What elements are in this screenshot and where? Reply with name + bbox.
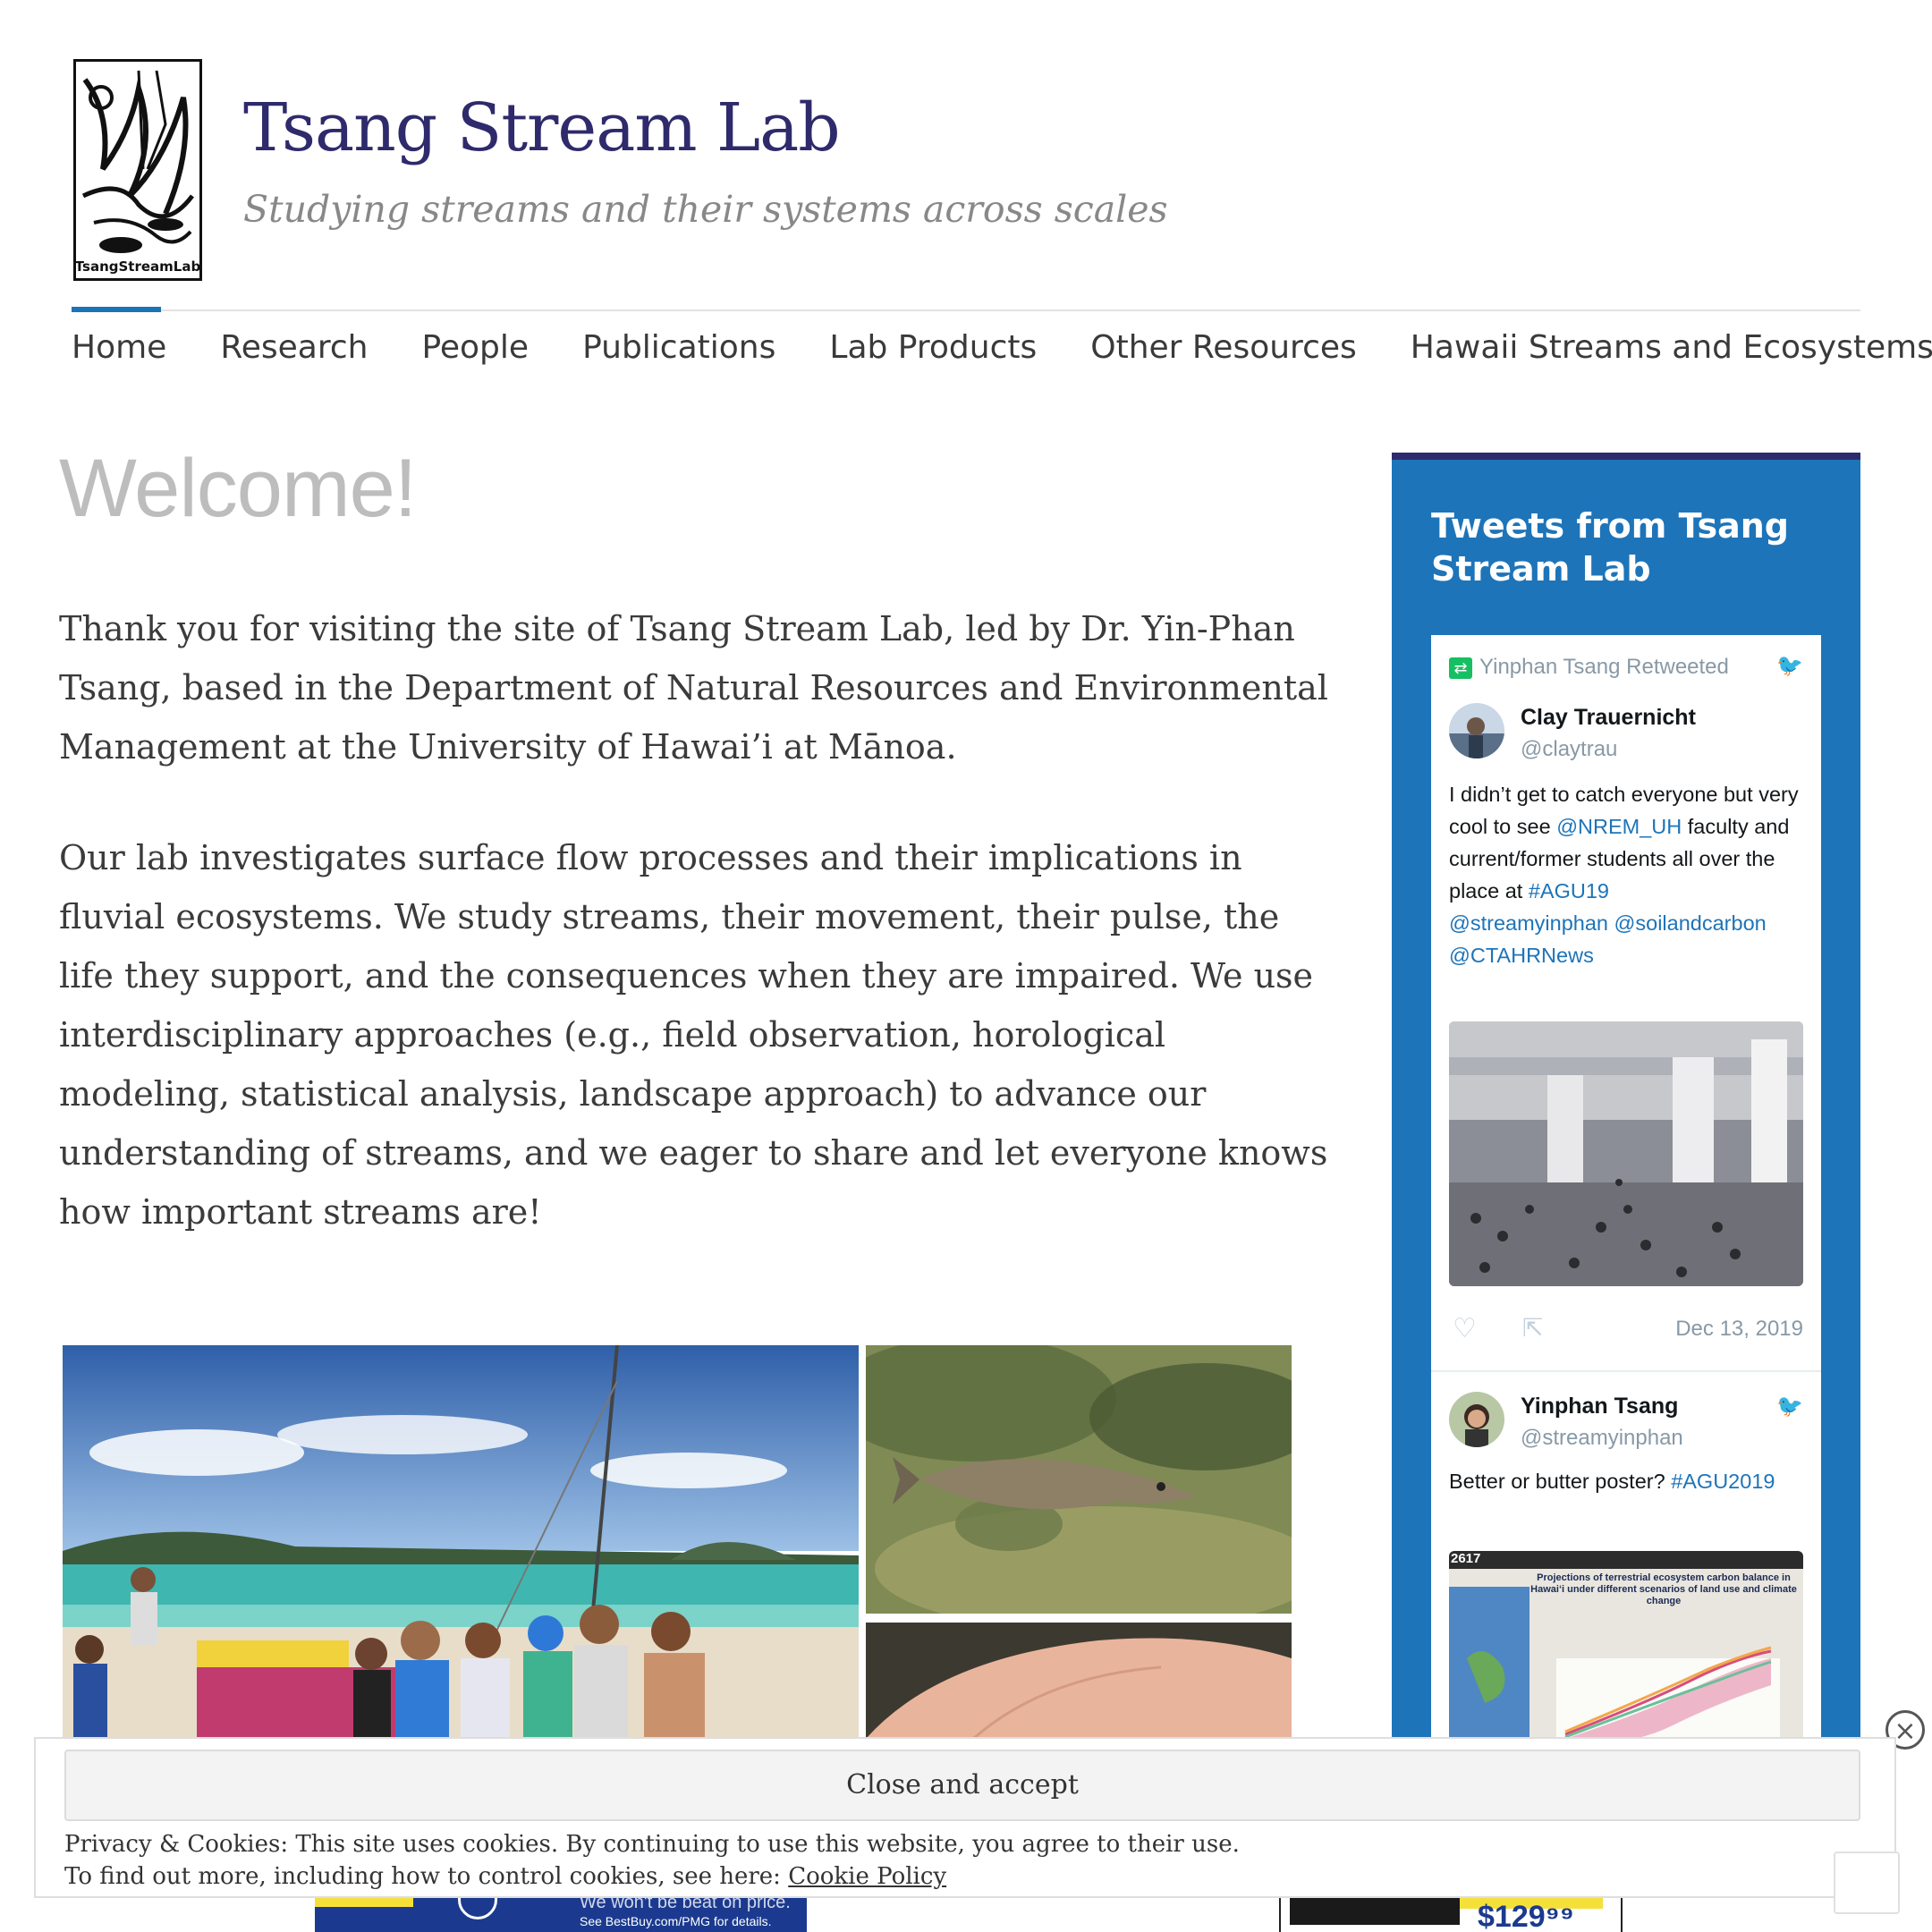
twitter-bird-icon[interactable]: 🐦 [1776,653,1803,679]
share-icon[interactable]: ⇱ [1522,1313,1543,1343]
tweet-item[interactable]: 🐦 Yinphan Tsang @streamyinphan Better or… [1431,1372,1821,1744]
ad-price: $129⁹⁹ [1478,1900,1574,1932]
gallery-image-beach-group[interactable] [63,1345,859,1739]
nav-item-home[interactable]: Home [72,329,166,366]
site-title[interactable]: Tsang Stream Lab [243,89,841,166]
poster-top-bar [1449,1551,1803,1569]
tweet-author-name[interactable]: Clay Trauernicht [1521,705,1696,731]
logo-woodcut-image: TsangStreamLab [76,62,199,278]
cookie-notice-line: Privacy & Cookies: This site uses cookie… [64,1831,1240,1858]
widget-title: Tweets from Tsang Stream Lab [1431,506,1790,589]
nav-item-other-resources[interactable]: Other Resources [1090,329,1357,366]
mention-link[interactable]: @streamyinphan [1449,911,1608,935]
tweet-text: Better or butter poster? #AGU2019 [1449,1465,1816,1497]
ad-yellow-tag [315,1898,413,1907]
ad-fineprint: See BestBuy.com/PMG for details. [580,1914,772,1928]
tweet-author-handle[interactable]: @claytrau [1521,737,1617,762]
nav-item-research[interactable]: Research [220,329,368,366]
page-title: Welcome! [59,443,417,534]
ad-logo-icon [458,1898,497,1919]
tweet-text: I didn’t get to catch everyone but very … [1449,778,1816,971]
tweet-date[interactable]: Dec 13, 2019 [1675,1317,1803,1342]
main-content: Welcome! Thank you for visiting the site… [59,443,1328,1232]
retweet-icon: ⇄ [1449,657,1472,679]
cookie-policy-link[interactable]: Cookie Policy [788,1863,946,1890]
tweet-timeline[interactable]: ⇄ Yinphan Tsang Retweeted 🐦 Clay Trauerni… [1431,635,1821,1744]
intro-paragraph: Thank you for visiting the site of Tsang… [59,609,1328,767]
like-icon[interactable]: ♡ [1453,1313,1477,1344]
poster-number: 2617 [1451,1551,1481,1566]
twitter-widget: Tweets from Tsang Stream Lab ⇄ Yinphan Ts… [1392,453,1860,1744]
photo-gallery [63,1345,1292,1739]
cookie-banner: Close and accept Privacy & Cookies: This… [34,1737,1896,1898]
site-logo[interactable]: TsangStreamLab [73,59,202,281]
gallery-image-stream-fish[interactable] [866,1345,1292,1614]
site-tagline: Studying streams and their systems acros… [243,188,1168,231]
ad-headline: We won't be beat on price. [580,1898,791,1912]
avatar[interactable] [1449,1392,1504,1447]
avatar[interactable] [1449,703,1504,758]
mention-link[interactable]: @CTAHRNews [1449,944,1594,967]
twitter-bird-icon[interactable]: 🐦 [1776,1394,1803,1419]
tweet-author-name[interactable]: Yinphan Tsang [1521,1394,1678,1419]
nav-active-indicator [72,307,161,312]
hashtag-link[interactable]: #AGU19 [1529,879,1609,902]
tweet-author-handle[interactable]: @streamyinphan [1521,1426,1683,1451]
corner-widget-box[interactable] [1834,1852,1900,1914]
tweet-text-part: Better or butter poster? [1449,1470,1672,1493]
logo-text: TsangStreamLab [76,258,199,275]
nav-item-hawaii-streams[interactable]: Hawaii Streams and Ecosystems [1411,329,1932,366]
research-paragraph: Our lab investigates surface flow proces… [59,838,1328,1232]
tweet-photo-conference-hall[interactable] [1449,1021,1803,1286]
cookie-notice-line: To find out more, including how to contr… [64,1863,789,1890]
nav-divider [72,309,1860,311]
ad-banner-right[interactable]: $129⁹⁹ [1279,1898,1623,1932]
cookie-notice-text: Privacy & Cookies: This site uses cookie… [64,1828,1240,1893]
mention-link[interactable]: @soilandcarbon [1614,911,1767,935]
poster-chart-graphic [1449,1587,1780,1744]
close-and-accept-button[interactable]: Close and accept [64,1750,1860,1821]
retweeted-by-label: Yinphan Tsang Retweeted [1479,655,1729,679]
gallery-image-hand[interactable] [866,1623,1292,1739]
main-navigation: Home Research People Publications Lab Pr… [72,329,1932,366]
ad-banner-left[interactable]: We won't be beat on price. See BestBuy.c… [315,1898,807,1932]
nav-item-publications[interactable]: Publications [582,329,775,366]
ad-tv-image [1290,1898,1460,1925]
retweet-indicator: ⇄ Yinphan Tsang Retweeted [1449,655,1729,680]
advertisement-strip: We won't be beat on price. See BestBuy.c… [0,1852,1932,1932]
tweet-photo-poster[interactable]: 2617 Projections of terrestrial ecosyste… [1449,1551,1803,1744]
nav-item-people[interactable]: People [421,329,529,366]
nav-item-lab-products[interactable]: Lab Products [829,329,1037,366]
hashtag-link[interactable]: #AGU2019 [1671,1470,1775,1493]
tweet-item[interactable]: ⇄ Yinphan Tsang Retweeted 🐦 Clay Trauerni… [1431,635,1821,1372]
mention-link[interactable]: @NREM_UH [1556,815,1682,838]
